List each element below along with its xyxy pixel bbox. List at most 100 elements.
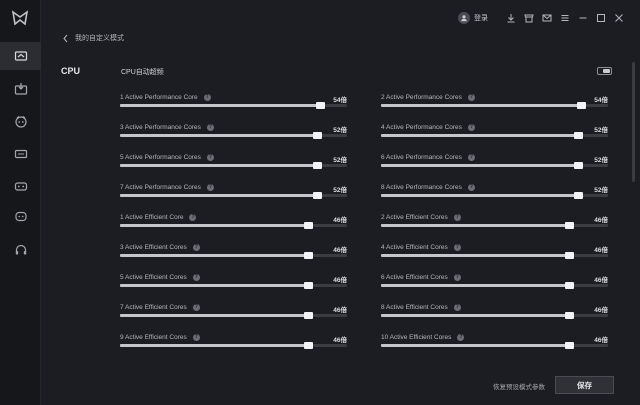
help-icon[interactable]: ?: [467, 124, 475, 131]
slider-thumb[interactable]: [565, 252, 575, 259]
slider-track[interactable]: [381, 162, 608, 169]
sidebar-item-download[interactable]: [0, 75, 41, 103]
slider-track[interactable]: [120, 252, 347, 259]
slider-thumb[interactable]: [565, 282, 575, 289]
help-icon[interactable]: ?: [453, 214, 461, 221]
slider-thumb[interactable]: [304, 282, 314, 289]
slider-thumb[interactable]: [313, 192, 323, 199]
help-icon[interactable]: ?: [192, 334, 200, 341]
section-title-cpu: CPU: [61, 66, 81, 76]
maximize-button[interactable]: [592, 10, 610, 26]
slider-label-text: 3 Active Performance Cores: [120, 124, 201, 131]
slider-track[interactable]: [120, 192, 347, 199]
slider-fill: [381, 224, 570, 227]
slider-thumb[interactable]: [313, 162, 323, 169]
slider-value: 52倍: [333, 187, 347, 194]
help-icon[interactable]: ?: [206, 154, 214, 161]
slider-value: 46倍: [594, 337, 608, 344]
close-icon: [615, 14, 623, 22]
sidebar-item-keyboard[interactable]: [0, 140, 41, 168]
core-ratio-slider-row: 3 Active Performance Cores? 52倍: [120, 124, 347, 142]
slider-track[interactable]: [120, 132, 347, 139]
slider-track[interactable]: [381, 102, 608, 109]
slider-track[interactable]: [120, 162, 347, 169]
restore-defaults-link[interactable]: 恢复预设模式参数: [493, 381, 545, 391]
slider-value: 52倍: [594, 187, 608, 194]
slider-value: 46倍: [333, 277, 347, 284]
sidebar-item-home[interactable]: [0, 42, 41, 70]
help-icon[interactable]: ?: [189, 214, 197, 221]
slider-track[interactable]: [381, 252, 608, 259]
slider-track[interactable]: [381, 132, 608, 139]
cpu-auto-overclock-toggle[interactable]: [597, 67, 612, 75]
minimize-button[interactable]: [574, 10, 592, 26]
slider-label-text: 5 Active Efficient Cores: [120, 274, 187, 281]
slider-track[interactable]: [381, 222, 608, 229]
help-icon[interactable]: ?: [206, 184, 214, 191]
help-icon[interactable]: ?: [457, 334, 465, 341]
slider-thumb[interactable]: [565, 342, 575, 349]
slider-thumb[interactable]: [315, 102, 325, 109]
help-icon[interactable]: ?: [192, 244, 200, 251]
message-button[interactable]: [538, 10, 556, 26]
sidebar-item-headset[interactable]: [0, 236, 41, 264]
slider-value: 52倍: [333, 127, 347, 134]
help-icon[interactable]: ?: [467, 154, 475, 161]
slider-value: 54倍: [333, 97, 347, 104]
slider-thumb[interactable]: [574, 192, 584, 199]
slider-track[interactable]: [120, 342, 347, 349]
slider-thumb[interactable]: [304, 252, 314, 259]
login-button[interactable]: 登录: [458, 12, 488, 24]
toggle-knob: [603, 69, 610, 73]
store-button[interactable]: [520, 10, 538, 26]
slider-track[interactable]: [120, 222, 347, 229]
slider-track[interactable]: [381, 342, 608, 349]
help-icon[interactable]: ?: [453, 244, 461, 251]
core-ratio-slider-row: 3 Active Efficient Cores? 46倍: [120, 244, 347, 262]
slider-thumb[interactable]: [576, 102, 586, 109]
help-icon[interactable]: ?: [192, 304, 200, 311]
core-ratio-slider-row: 5 Active Performance Cores? 52倍: [120, 154, 347, 172]
menu-button[interactable]: [556, 10, 574, 26]
slider-label: 1 Active Efficient Core?: [120, 214, 197, 221]
download-monitor-icon: [14, 83, 27, 95]
slider-label-text: 7 Active Performance Cores: [120, 184, 201, 191]
back-button[interactable]: [62, 34, 69, 43]
save-button[interactable]: 保存: [555, 376, 614, 394]
scrollbar[interactable]: [632, 62, 635, 182]
sidebar-item-gamepad[interactable]: [0, 172, 41, 200]
slider-track[interactable]: [381, 312, 608, 319]
slider-track[interactable]: [120, 312, 347, 319]
slider-thumb[interactable]: [304, 312, 314, 319]
slider-thumb[interactable]: [574, 162, 584, 169]
help-icon[interactable]: ?: [467, 184, 475, 191]
close-button[interactable]: [610, 10, 628, 26]
slider-thumb[interactable]: [565, 222, 575, 229]
slider-thumb[interactable]: [574, 132, 584, 139]
sidebar-item-character[interactable]: [0, 108, 41, 136]
slider-thumb[interactable]: [313, 132, 323, 139]
slider-label: 7 Active Efficient Cores?: [120, 304, 200, 311]
help-icon[interactable]: ?: [203, 94, 211, 101]
slider-track[interactable]: [381, 282, 608, 289]
help-icon[interactable]: ?: [467, 94, 475, 101]
help-icon[interactable]: ?: [192, 274, 200, 281]
help-icon[interactable]: ?: [206, 124, 214, 131]
download-button[interactable]: [502, 10, 520, 26]
slider-value: 46倍: [333, 337, 347, 344]
slider-track[interactable]: [120, 102, 347, 109]
slider-track[interactable]: [120, 282, 347, 289]
help-icon[interactable]: ?: [453, 304, 461, 311]
character-icon: [14, 116, 27, 128]
slider-thumb[interactable]: [304, 342, 314, 349]
slider-label: 3 Active Performance Cores?: [120, 124, 214, 131]
cpu-auto-overclock-label: CPU自动超频: [121, 69, 164, 76]
maximize-icon: [597, 14, 605, 22]
sidebar-item-chat[interactable]: [0, 203, 41, 231]
slider-label: 9 Active Efficient Cores?: [120, 334, 200, 341]
slider-label: 10 Active Efficient Cores?: [381, 334, 465, 341]
slider-thumb[interactable]: [565, 312, 575, 319]
slider-thumb[interactable]: [304, 222, 314, 229]
slider-track[interactable]: [381, 192, 608, 199]
help-icon[interactable]: ?: [453, 274, 461, 281]
